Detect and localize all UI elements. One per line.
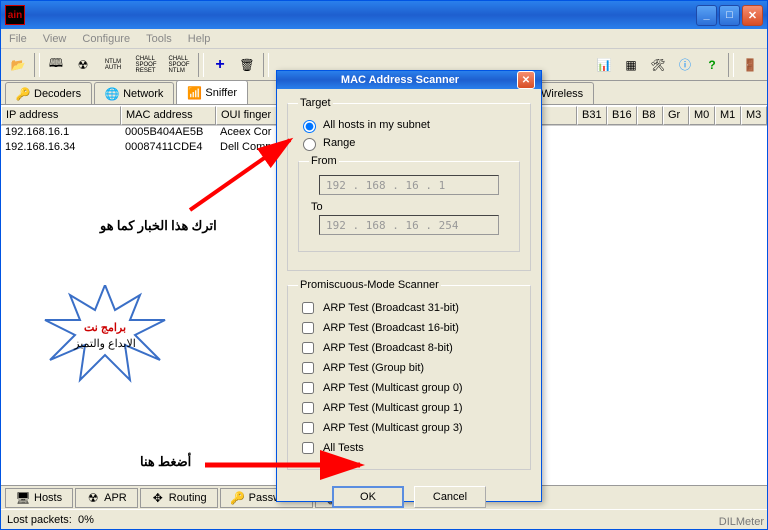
- tab-sniffer[interactable]: 📶Sniffer: [176, 80, 248, 104]
- dumeter-label: DILMeter: [719, 516, 764, 528]
- col-b8[interactable]: B8: [637, 106, 663, 125]
- ip-from-input[interactable]: 192 . 168 . 16 . 1: [319, 175, 499, 195]
- to-label: To: [311, 201, 509, 213]
- dialog-close-button[interactable]: ✕: [517, 71, 535, 89]
- promisc-legend: Promiscuous-Mode Scanner: [298, 279, 441, 291]
- open-icon[interactable]: 📂: [5, 52, 31, 78]
- btab-hosts[interactable]: 🖥Hosts: [5, 488, 73, 508]
- chall-ntlm-button[interactable]: CHALLSPOOFNTLM: [163, 52, 195, 78]
- mac-scanner-dialog: MAC Address Scanner ✕ Target All hosts i…: [276, 70, 542, 502]
- target-group: Target All hosts in my subnet Range From…: [287, 97, 531, 271]
- chk-arp-mc3[interactable]: ARP Test (Multicast group 3): [298, 419, 520, 437]
- chart-icon[interactable]: 📊: [591, 52, 617, 78]
- host-icon: 🖥: [16, 491, 30, 505]
- callout-brand1: برامج نت: [40, 321, 170, 334]
- radio-all-hosts[interactable]: All hosts in my subnet: [298, 117, 520, 133]
- col-ip[interactable]: IP address: [1, 106, 121, 125]
- routing-icon: ✥: [151, 491, 165, 505]
- sniffer-icon: 📶: [187, 86, 201, 100]
- delete-icon[interactable]: 🗑: [234, 52, 260, 78]
- help-icon[interactable]: ⓘ: [672, 52, 698, 78]
- dialog-title: MAC Address Scanner: [283, 74, 517, 86]
- tab-network[interactable]: 🌐Network: [94, 82, 174, 104]
- chk-arp-group[interactable]: ARP Test (Group bit): [298, 359, 520, 377]
- menu-file[interactable]: File: [9, 33, 27, 45]
- target-legend: Target: [298, 97, 333, 109]
- about-icon[interactable]: ?: [699, 52, 725, 78]
- key-icon: 🔑: [231, 491, 245, 505]
- scan-icon[interactable]: 🕮: [43, 52, 69, 78]
- chk-arp-mc0[interactable]: ARP Test (Multicast group 0): [298, 379, 520, 397]
- btab-routing[interactable]: ✥Routing: [140, 488, 218, 508]
- menu-help[interactable]: Help: [188, 33, 211, 45]
- from-label: From: [309, 155, 339, 167]
- col-m3[interactable]: M3: [741, 106, 767, 125]
- app-logo: ain: [5, 5, 25, 25]
- radio-range[interactable]: Range: [298, 135, 520, 151]
- key-icon: 🔑: [16, 87, 30, 101]
- minimize-button[interactable]: _: [696, 5, 717, 26]
- menu-configure[interactable]: Configure: [82, 33, 130, 45]
- annotation-press: أضغط هنا: [140, 454, 191, 470]
- tab-decoders[interactable]: 🔑Decoders: [5, 82, 92, 104]
- close-button[interactable]: ✕: [742, 5, 763, 26]
- annotation-leave: اترك هذا الخبار كما هو: [100, 218, 217, 234]
- chall-reset-button[interactable]: CHALLSPOOFRESET: [130, 52, 162, 78]
- titlebar: ain _ □ ✕: [1, 1, 767, 29]
- ip-to-input[interactable]: 192 . 168 . 16 . 254: [319, 215, 499, 235]
- radiation-icon: ☢: [86, 491, 100, 505]
- exit-icon[interactable]: 🚪: [737, 52, 763, 78]
- ntlm-auth-button[interactable]: NTLMAUTH: [97, 52, 129, 78]
- chk-arp-b16[interactable]: ARP Test (Broadcast 16-bit): [298, 319, 520, 337]
- chk-arp-b31[interactable]: ARP Test (Broadcast 31-bit): [298, 299, 520, 317]
- chk-all-tests[interactable]: All Tests: [298, 439, 520, 457]
- tools-icon[interactable]: 🛠: [645, 52, 671, 78]
- btab-apr[interactable]: ☢APR: [75, 488, 138, 508]
- ok-button[interactable]: OK: [332, 486, 404, 508]
- dialog-titlebar: MAC Address Scanner ✕: [277, 71, 541, 89]
- chk-arp-mc1[interactable]: ARP Test (Multicast group 1): [298, 399, 520, 417]
- col-oui[interactable]: OUI finger: [216, 106, 281, 125]
- menu-tools[interactable]: Tools: [146, 33, 172, 45]
- cancel-button[interactable]: Cancel: [414, 486, 486, 508]
- globe-icon: 🌐: [105, 87, 119, 101]
- table-icon[interactable]: ▦: [618, 52, 644, 78]
- callout-brand2: الابداع والتميز: [40, 337, 170, 350]
- promisc-group: Promiscuous-Mode Scanner ARP Test (Broad…: [287, 279, 531, 470]
- radiation-icon[interactable]: ☢: [70, 52, 96, 78]
- col-mac[interactable]: MAC address: [121, 106, 216, 125]
- col-b16[interactable]: B16: [607, 106, 637, 125]
- menu-view[interactable]: View: [43, 33, 67, 45]
- add-icon[interactable]: +: [207, 52, 233, 78]
- status-lost-value: 0%: [78, 514, 94, 526]
- callout-starburst: برامج نت الابداع والتميز: [40, 285, 170, 385]
- chk-arp-b8[interactable]: ARP Test (Broadcast 8-bit): [298, 339, 520, 357]
- col-gr[interactable]: Gr: [663, 106, 689, 125]
- col-m1[interactable]: M1: [715, 106, 741, 125]
- menu-bar: File View Configure Tools Help: [1, 29, 767, 49]
- col-m0[interactable]: M0: [689, 106, 715, 125]
- maximize-button[interactable]: □: [719, 5, 740, 26]
- status-lost-label: Lost packets:: [7, 514, 72, 526]
- col-b31[interactable]: B31: [577, 106, 607, 125]
